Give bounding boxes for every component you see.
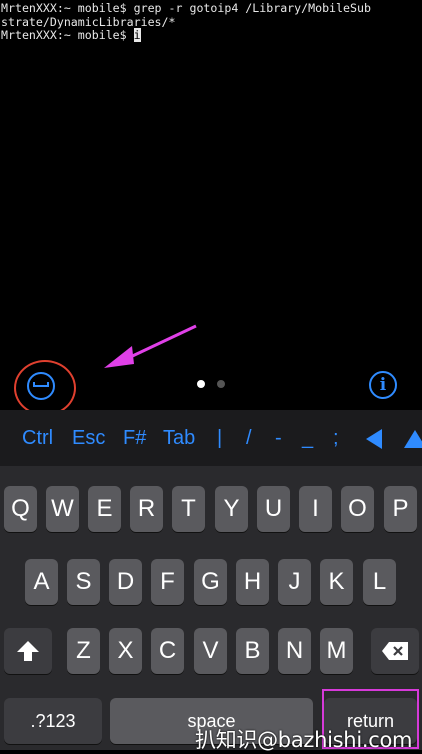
- dash-key[interactable]: -: [275, 410, 282, 466]
- triangle-left-icon[interactable]: [366, 429, 382, 449]
- underscore-key[interactable]: _: [302, 410, 313, 466]
- key-u[interactable]: U: [257, 486, 290, 532]
- key-t[interactable]: T: [172, 486, 205, 532]
- key-s[interactable]: S: [67, 559, 100, 605]
- key-k[interactable]: K: [320, 559, 353, 605]
- triangle-up-icon[interactable]: [404, 430, 422, 448]
- slash-key[interactable]: /: [246, 410, 252, 466]
- key-o[interactable]: O: [341, 486, 374, 532]
- info-button[interactable]: i: [369, 371, 397, 399]
- key-j[interactable]: J: [278, 559, 311, 605]
- key-g[interactable]: G: [194, 559, 227, 605]
- key-l[interactable]: L: [363, 559, 396, 605]
- key-r[interactable]: R: [130, 486, 163, 532]
- key-z[interactable]: Z: [67, 628, 100, 674]
- hide-keyboard-button[interactable]: [27, 372, 55, 400]
- pipe-key[interactable]: |: [217, 410, 222, 466]
- numbers-key[interactable]: .?123: [4, 698, 102, 744]
- shift-arrow-icon: [17, 641, 39, 661]
- key-e[interactable]: E: [88, 486, 121, 532]
- keyboard-hide-icon: [33, 382, 49, 387]
- delete-key[interactable]: [371, 628, 419, 674]
- key-x[interactable]: X: [109, 628, 142, 674]
- semicolon-key[interactable]: ;: [333, 410, 339, 466]
- key-h[interactable]: H: [236, 559, 269, 605]
- key-a[interactable]: A: [25, 559, 58, 605]
- key-w[interactable]: W: [46, 486, 79, 532]
- page-indicator[interactable]: [197, 380, 225, 388]
- key-m[interactable]: M: [320, 628, 353, 674]
- page-dot-2[interactable]: [217, 380, 225, 388]
- key-i[interactable]: I: [299, 486, 332, 532]
- key-d[interactable]: D: [109, 559, 142, 605]
- key-b[interactable]: B: [236, 628, 269, 674]
- key-p[interactable]: P: [384, 486, 417, 532]
- key-c[interactable]: C: [151, 628, 184, 674]
- key-n[interactable]: N: [278, 628, 311, 674]
- esc-key[interactable]: Esc: [72, 410, 105, 466]
- page-dot-1[interactable]: [197, 380, 205, 388]
- key-v[interactable]: V: [194, 628, 227, 674]
- backspace-icon: [382, 642, 408, 660]
- key-f[interactable]: F: [151, 559, 184, 605]
- key-q[interactable]: Q: [4, 486, 37, 532]
- function-key[interactable]: F#: [123, 410, 146, 466]
- key-y[interactable]: Y: [215, 486, 248, 532]
- shift-key[interactable]: [4, 628, 52, 674]
- ctrl-key[interactable]: Ctrl: [22, 410, 53, 466]
- accessory-bar: Ctrl Esc F# Tab | / - _ ;: [0, 410, 422, 466]
- info-icon: i: [379, 375, 387, 395]
- tab-key[interactable]: Tab: [163, 410, 195, 466]
